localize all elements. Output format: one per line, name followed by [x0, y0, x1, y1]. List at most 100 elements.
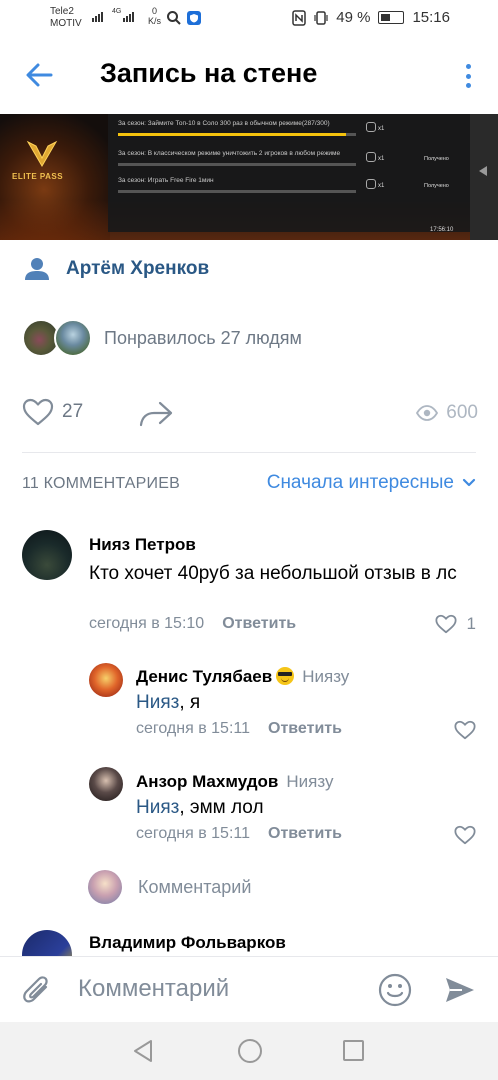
- reward-count: x1: [378, 156, 385, 162]
- heart-icon: [435, 614, 457, 634]
- system-nav-bar: [0, 1022, 498, 1080]
- sort-dropdown[interactable]: Сначала интересные: [267, 472, 476, 494]
- mission-row: За сезон: В классическом режиме уничтожи…: [118, 145, 478, 173]
- author-name[interactable]: Артём Хренков: [66, 258, 209, 280]
- search-icon: [167, 11, 181, 25]
- back-arrow-icon[interactable]: [24, 60, 54, 90]
- nav-recent-apps-icon[interactable]: [343, 1040, 364, 1061]
- send-icon[interactable]: [444, 975, 476, 1005]
- comment: Владимир Фольварков: [0, 928, 498, 956]
- elite-pass-logo: ELITE PASS: [12, 172, 64, 181]
- nav-home-icon[interactable]: [238, 1039, 262, 1063]
- reply-composer[interactable]: Комментарий: [88, 870, 251, 904]
- reward-count: x1: [378, 126, 385, 132]
- commenter-avatar[interactable]: [22, 930, 72, 956]
- reply-button[interactable]: Ответить: [268, 825, 342, 843]
- comment: Нияз Петров Кто хочет 40руб за небольшой…: [0, 530, 498, 640]
- comment-body: , я: [179, 692, 201, 713]
- like-count: 27: [62, 401, 84, 422]
- reply-button[interactable]: Ответить: [222, 615, 296, 633]
- mission-row: За сезон: Займите Топ-10 в Соло 300 раз …: [118, 115, 478, 143]
- reply-to[interactable]: Ниязу: [286, 772, 333, 791]
- mention-link[interactable]: Нияз: [136, 692, 179, 713]
- reply-placeholder: Комментарий: [138, 876, 252, 897]
- nfc-icon: [292, 9, 306, 26]
- smile-icon[interactable]: [378, 973, 412, 1007]
- commenter-avatar[interactable]: [22, 530, 72, 580]
- carrier-sub: MOTIV: [50, 18, 82, 29]
- reward-icon: [366, 122, 376, 132]
- mission-text: За сезон: В классическом режиме уничтожи…: [118, 150, 341, 157]
- views-count: 600: [446, 402, 478, 423]
- comment-like-count: 1: [466, 614, 476, 633]
- signal-icon: [92, 12, 103, 22]
- comment-reply: Анзор Махмудов Ниязу Нияз, эмм лол сегодн…: [0, 765, 498, 855]
- comment-reply: Денис Тулябаев Ниязу Нияз, я сегодня в 15…: [0, 660, 498, 750]
- reply-to[interactable]: Ниязу: [302, 667, 349, 686]
- comment-text: Кто хочет 40руб за небольшой отзыв в лс: [89, 563, 457, 584]
- sunglasses-emoji-icon: [276, 667, 295, 685]
- comment-author[interactable]: Нияз Петров: [89, 535, 196, 555]
- commenter-avatar[interactable]: [89, 767, 123, 801]
- divider: [22, 452, 476, 453]
- comment-input-bar: [0, 956, 498, 1022]
- status-bar: Tele2 MOTIV 4G 0 K/s 49 % 15:16: [0, 0, 498, 38]
- clock: 15:16: [412, 9, 450, 26]
- mission-progress-bar: [118, 163, 356, 166]
- comment-author[interactable]: Денис Тулябаев: [136, 667, 272, 686]
- status-right: 49 % 15:16: [292, 9, 450, 26]
- share-icon[interactable]: [138, 400, 174, 428]
- chevron-down-icon: [462, 478, 476, 487]
- network-type: 4G: [112, 8, 122, 15]
- page-title: Запись на стене: [100, 58, 318, 88]
- mission-progress-fill: [118, 133, 347, 136]
- views-counter: 600: [416, 402, 478, 424]
- my-avatar: [88, 870, 122, 904]
- comment-like-button[interactable]: [454, 825, 476, 845]
- mission-row: За сезон: Играть Free Fire 1мин x1 Получен…: [118, 172, 478, 200]
- battery-icon: [378, 11, 405, 24]
- reward-icon: [366, 179, 376, 189]
- comment-meta: сегодня в 15:10 Ответить: [89, 615, 296, 633]
- heart-icon: [22, 398, 54, 426]
- image-side-strip: [470, 114, 498, 240]
- comment-text: Нияз, я: [136, 689, 476, 716]
- elite-pass-emblem-icon: [26, 140, 58, 167]
- comment-input[interactable]: [78, 973, 358, 1005]
- mission-timer: 17:56:10: [430, 227, 454, 233]
- reward-icon: [366, 152, 376, 162]
- commenter-avatar[interactable]: [89, 663, 123, 697]
- post-author[interactable]: Артём Хренков: [24, 255, 209, 283]
- comment-author[interactable]: Владимир Фольварков: [89, 933, 286, 953]
- heart-icon: [454, 825, 476, 845]
- post-image[interactable]: ELITE PASS За сезон: Займите Топ-10 в Со…: [0, 114, 498, 240]
- mention-link[interactable]: Нияз: [136, 797, 179, 818]
- comment-author-line: Денис Тулябаев Ниязу: [136, 667, 349, 687]
- comment-time: сегодня в 15:11: [136, 825, 251, 842]
- comment-like-button[interactable]: [454, 720, 476, 740]
- likers-row[interactable]: Понравилось 27 людям: [22, 318, 302, 358]
- post-actions: 27 600: [22, 398, 478, 430]
- like-button[interactable]: 27: [22, 398, 83, 426]
- reward-count: x1: [378, 183, 385, 189]
- person-icon: [25, 258, 49, 280]
- triangle-back-icon: [479, 166, 487, 176]
- shield-icon: [187, 11, 201, 25]
- comment-like-button[interactable]: 1: [435, 614, 476, 634]
- comment-author[interactable]: Анзор Махмудов: [136, 772, 278, 791]
- comment-time: сегодня в 15:10: [89, 615, 205, 632]
- comment-author-line: Анзор Махмудов Ниязу: [136, 772, 333, 792]
- likers-text[interactable]: Понравилось 27 людям: [104, 328, 302, 349]
- reply-button[interactable]: Ответить: [268, 720, 342, 738]
- carrier-label: Tele2 MOTIV: [50, 6, 82, 30]
- mission-progress-bar: [118, 133, 356, 136]
- comment-meta: сегодня в 15:11 Ответить: [136, 825, 342, 843]
- paperclip-icon[interactable]: [22, 975, 54, 1009]
- heart-icon: [454, 720, 476, 740]
- more-menu-icon[interactable]: [466, 64, 472, 88]
- comments-count: 11 КОММЕНТАРИЕВ: [22, 475, 180, 492]
- sort-label: Сначала интересные: [266, 472, 454, 493]
- mission-progress-bar: [118, 190, 356, 193]
- nav-back-icon[interactable]: [132, 1039, 154, 1063]
- mission-text: За сезон: Займите Топ-10 в Соло 300 раз …: [118, 120, 330, 127]
